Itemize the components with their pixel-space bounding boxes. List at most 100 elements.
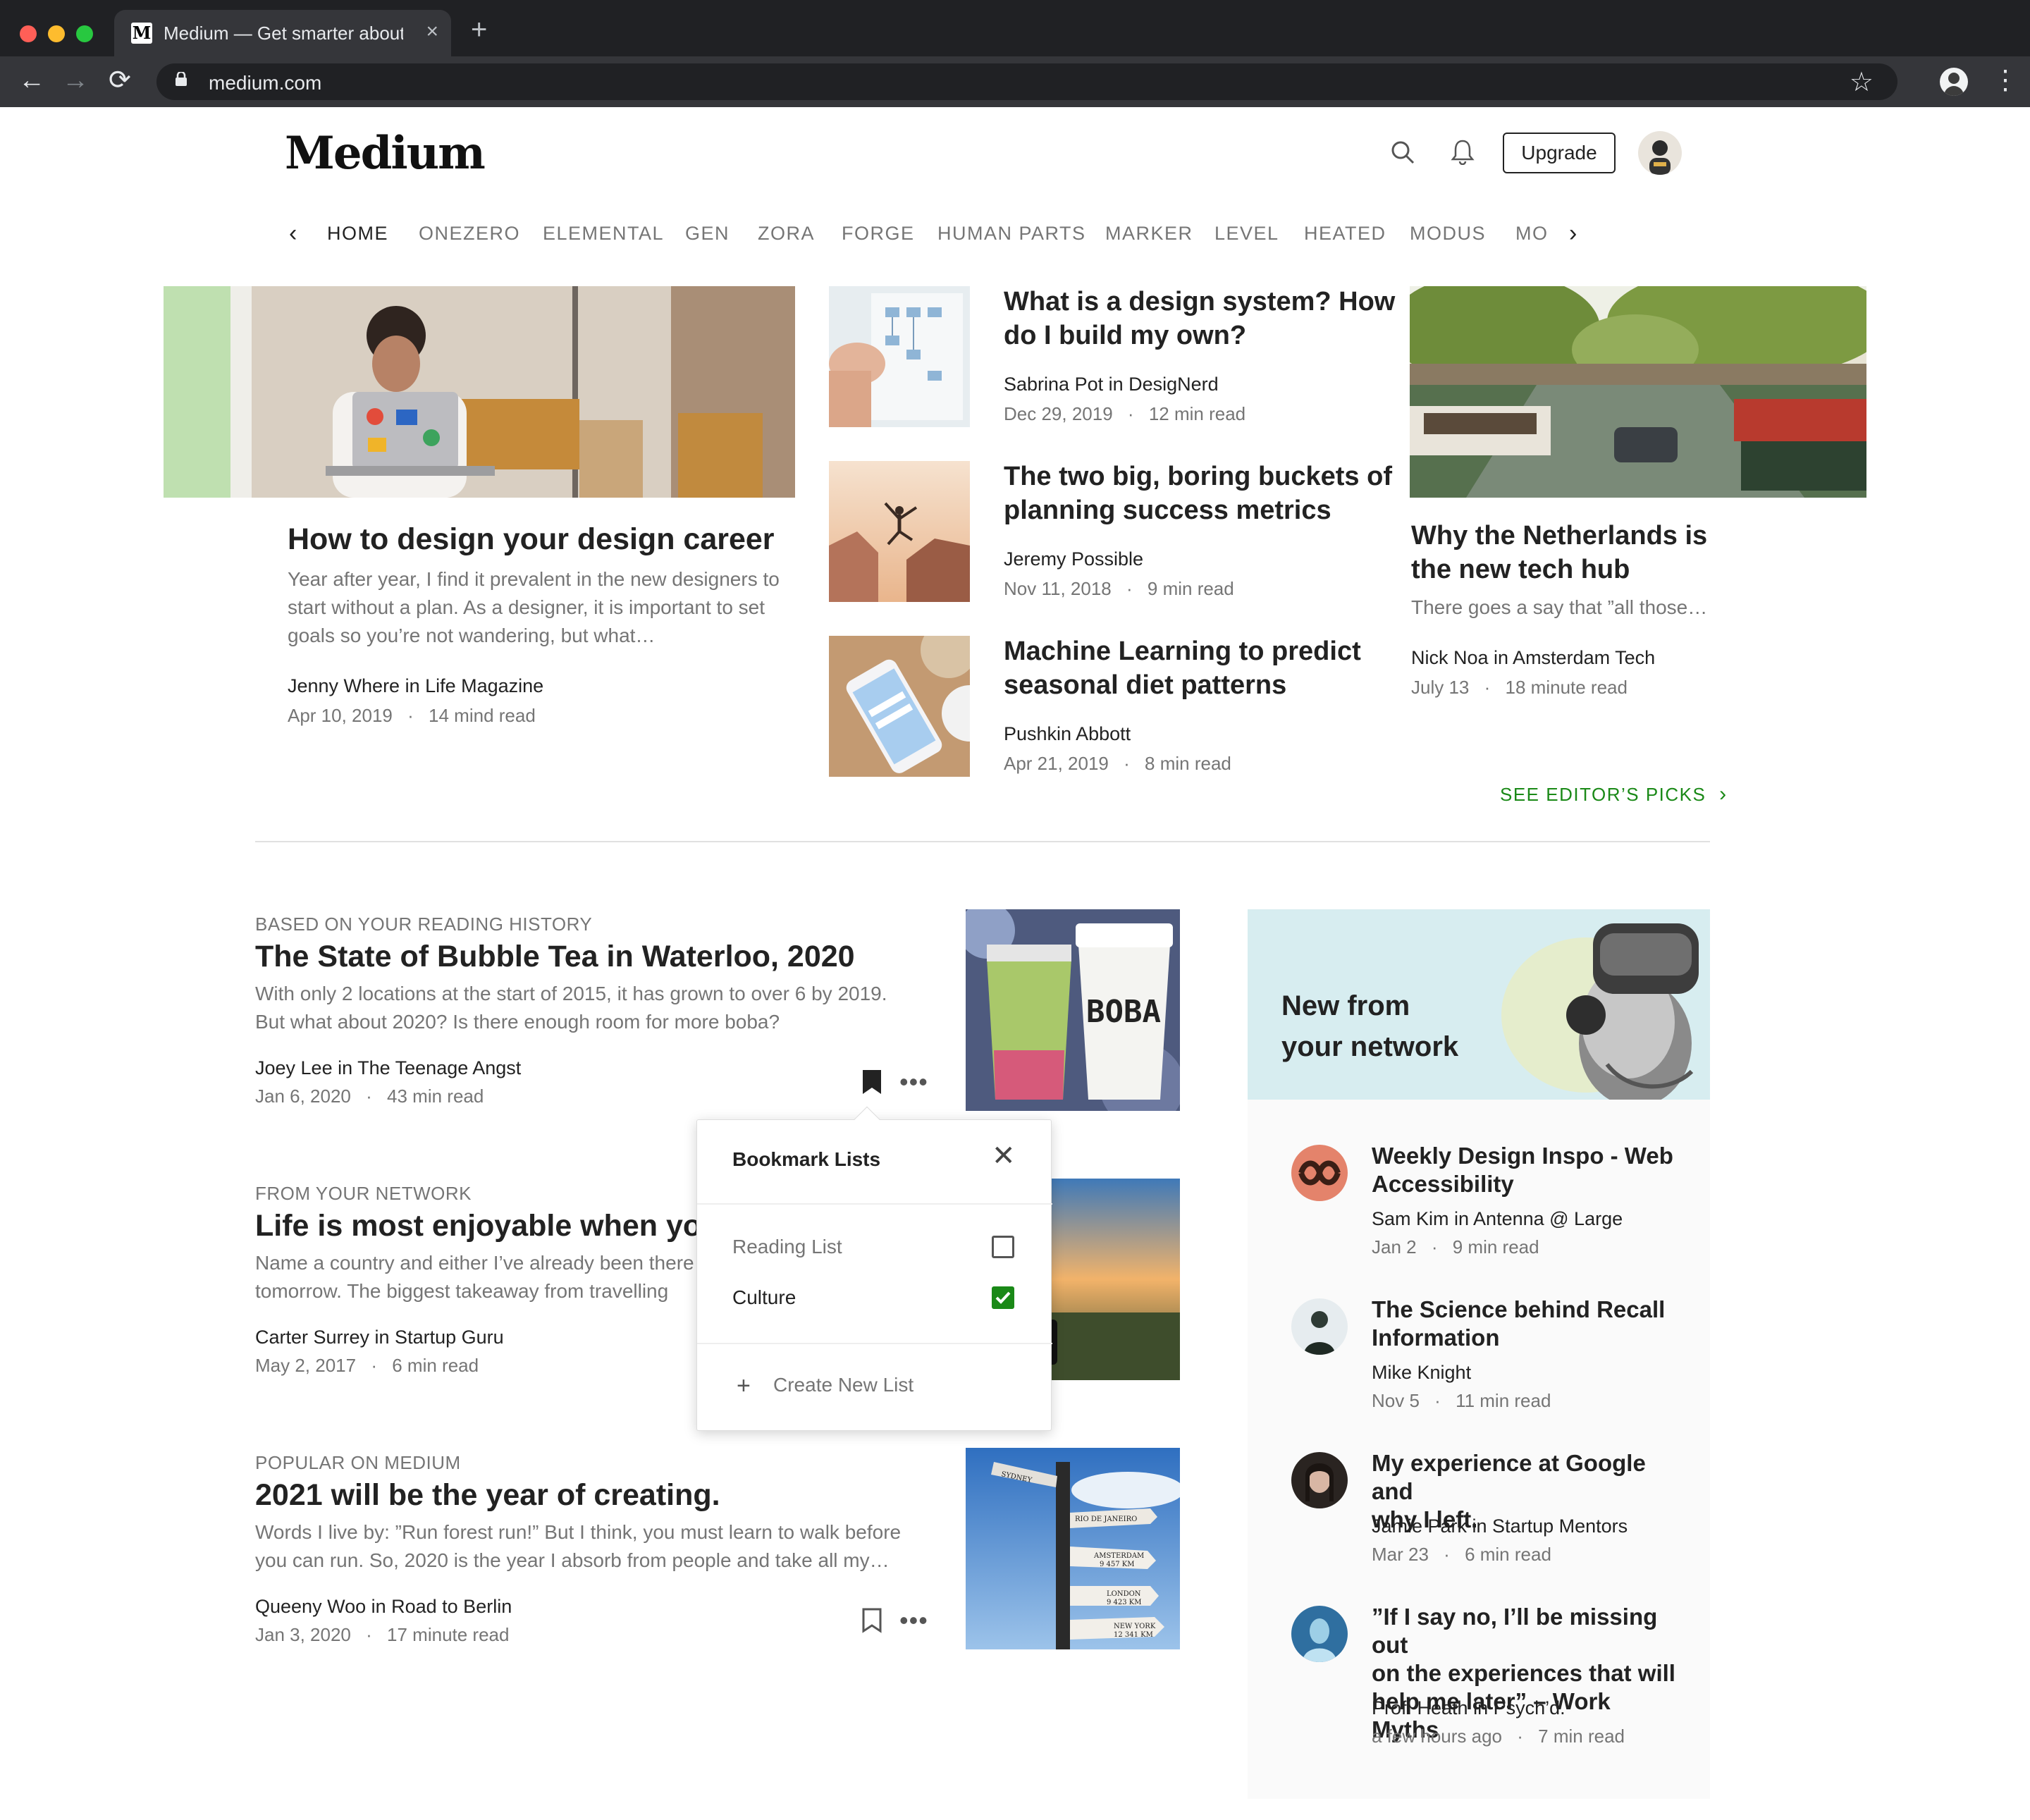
right-featured-read-time: 18 minute read [1505, 677, 1628, 698]
feed-3-excerpt-line-2: you can run. So, 2020 is the year I abso… [255, 1549, 890, 1571]
browser-menu-icon[interactable]: ⋮ [1992, 66, 2019, 94]
sidebar-item-4-author[interactable]: Prof. Heath in Psych’d. [1372, 1697, 1565, 1719]
topic-modus[interactable]: MODUS [1410, 223, 1486, 245]
person-portrait-icon [1305, 1463, 1334, 1501]
popup-close-icon[interactable]: ✕ [992, 1140, 1016, 1172]
medium-favicon-icon: M [131, 23, 152, 44]
topic-zora[interactable]: ZORA [758, 223, 815, 245]
user-avatar[interactable] [1638, 131, 1682, 175]
feed-1-date: Jan 6, 2020 [255, 1086, 351, 1107]
sidebar-item-1-read-time: 9 min read [1452, 1236, 1539, 1258]
more-options-icon[interactable]: ••• [899, 1067, 928, 1097]
main-featured-date: Apr 10, 2019 [288, 705, 393, 726]
topic-forge[interactable]: FORGE [842, 223, 915, 245]
middle-article-1-title[interactable]: What is a design system? How do I build … [1004, 285, 1398, 352]
topic-heated[interactable]: HEATED [1304, 223, 1386, 245]
sidebar-item-3-avatar[interactable] [1291, 1452, 1348, 1508]
upgrade-button[interactable]: Upgrade [1503, 133, 1616, 173]
middle-article-3-author[interactable]: Pushkin Abbott [1004, 723, 1131, 745]
tab-close-icon[interactable]: × [426, 20, 438, 44]
list-culture[interactable]: Culture [732, 1286, 796, 1309]
right-featured-title[interactable]: Why the Netherlands is the new tech hub [1411, 519, 1728, 586]
feed-2-author[interactable]: Carter Surrey in Startup Guru [255, 1327, 504, 1348]
sidebar-item-3-meta: Mar 23 · 6 min read [1372, 1544, 1551, 1566]
see-editors-picks-link[interactable]: SEE EDITOR’S PICKS › [1500, 782, 1728, 806]
search-icon[interactable] [1390, 140, 1415, 165]
sidebar-item-1-meta: Jan 2 · 9 min read [1372, 1236, 1539, 1258]
reload-icon[interactable]: ⟳ [109, 66, 131, 94]
middle-article-3-title[interactable]: Machine Learning to predict seasonal die… [1004, 634, 1398, 702]
medium-logo[interactable]: Medium [285, 127, 486, 180]
sidebar-item-3-author[interactable]: Jamie Park in Startup Mentors [1372, 1515, 1628, 1537]
topics-next-icon[interactable]: › [1569, 220, 1577, 247]
right-featured-image[interactable] [1410, 286, 1866, 498]
sidebar-item-2-author[interactable]: Mike Knight [1372, 1362, 1471, 1384]
right-featured-author[interactable]: Nick Noa in Amsterdam Tech [1411, 647, 1655, 669]
meta-dot: · [371, 1355, 377, 1376]
new-tab-button[interactable]: + [471, 16, 487, 44]
reading-list-checkbox[interactable] [992, 1236, 1014, 1258]
sidebar-item-1-title-line-1: Weekly Design Inspo - Web [1372, 1143, 1673, 1169]
middle-article-2-image[interactable] [829, 461, 970, 602]
topic-gen[interactable]: GEN [685, 223, 730, 245]
topics-prev-icon[interactable]: ‹ [289, 220, 297, 247]
sidebar-item-1-title[interactable]: Weekly Design Inspo - Web Accessibility [1372, 1142, 1682, 1198]
bell-icon[interactable] [1451, 138, 1475, 165]
sidebar-item-2-avatar[interactable] [1291, 1298, 1348, 1355]
middle-article-2-title[interactable]: The two big, boring buckets of planning … [1004, 460, 1398, 527]
main-featured-title[interactable]: How to design your design career [288, 522, 781, 557]
profile-avatar[interactable] [1940, 68, 1968, 96]
sidebar-item-2-read-time: 11 min read [1456, 1390, 1551, 1411]
middle-article-1-image[interactable] [829, 286, 970, 427]
topic-home[interactable]: HOME [327, 223, 388, 245]
feed-1-title[interactable]: The State of Bubble Tea in Waterloo, 202… [255, 939, 855, 974]
middle-article-3-image[interactable] [829, 636, 970, 777]
lock-icon [176, 72, 187, 86]
middle-article-2-author[interactable]: Jeremy Possible [1004, 548, 1143, 570]
sidebar-item-4-title-line-1: ”If I say no, I’ll be missing out [1372, 1604, 1658, 1658]
feed-2-excerpt-line-1: Name a country and either I’ve already b… [255, 1252, 694, 1274]
middle-article-3-date: Apr 21, 2019 [1004, 753, 1109, 774]
topic-level[interactable]: LEVEL [1214, 223, 1279, 245]
sidebar-item-4-avatar[interactable] [1291, 1606, 1348, 1662]
meta-dot: · [407, 705, 414, 726]
list-reading-list[interactable]: Reading List [732, 1236, 842, 1258]
feed-3-image[interactable]: SYDNEY RIO DE JANEIRO AMSTERDAM 9 457 KM… [966, 1448, 1180, 1649]
sidebar-item-1-author[interactable]: Sam Kim in Antenna @ Large [1372, 1208, 1623, 1230]
sign-london-distance: 9 423 KM [1107, 1599, 1142, 1606]
feed-3-title[interactable]: 2021 will be the year of creating. [255, 1477, 720, 1513]
sidebar-item-2-date: Nov 5 [1372, 1390, 1420, 1411]
plus-icon[interactable]: + [737, 1374, 751, 1398]
feed-1-author[interactable]: Joey Lee in The Teenage Angst [255, 1057, 521, 1079]
bookmark-outline-icon[interactable] [861, 1607, 882, 1634]
feed-1-image[interactable]: BOBA [966, 909, 1180, 1111]
address-bar[interactable]: medium.com ☆ [156, 63, 1897, 100]
topic-onezero[interactable]: ONEZERO [419, 223, 520, 245]
minimize-window-button[interactable] [48, 25, 65, 42]
feed-3-author[interactable]: Queeny Woo in Road to Berlin [255, 1596, 512, 1618]
topic-elemental[interactable]: ELEMENTAL [543, 223, 664, 245]
main-featured-image[interactable] [164, 286, 795, 498]
topic-human-parts[interactable]: HUMAN PARTS [937, 223, 1086, 245]
create-new-list-button[interactable]: Create New List [773, 1374, 914, 1396]
back-icon[interactable]: ← [18, 66, 45, 94]
sidebar-item-2-title-line-1: The Science behind Recall [1372, 1296, 1666, 1322]
more-options-icon[interactable]: ••• [899, 1606, 928, 1635]
close-window-button[interactable] [20, 25, 37, 42]
culture-checkbox[interactable] [992, 1286, 1014, 1309]
feed-2-title[interactable]: Life is most enjoyable when you’re [255, 1208, 757, 1243]
browser-tab[interactable]: M Medium — Get smarter about w × [114, 10, 451, 56]
bookmark-filled-icon[interactable] [861, 1069, 882, 1095]
bookmark-star-icon[interactable]: ☆ [1850, 66, 1874, 98]
maximize-window-button[interactable] [76, 25, 93, 42]
forward-icon[interactable]: → [62, 66, 89, 94]
main-featured-author[interactable]: Jenny Where in Life Magazine [288, 675, 543, 697]
middle-article-1-read-time: 12 min read [1148, 403, 1246, 424]
sidebar-item-1-avatar[interactable] [1291, 1145, 1348, 1201]
topic-mo[interactable]: MO [1515, 223, 1549, 245]
sidebar-item-4-title[interactable]: ”If I say no, I’ll be missing out on the… [1372, 1603, 1682, 1744]
feed-2-meta: May 2, 2017 · 6 min read [255, 1355, 479, 1377]
middle-article-1-author[interactable]: Sabrina Pot in DesigNerd [1004, 374, 1219, 395]
topic-marker[interactable]: MARKER [1105, 223, 1193, 245]
sidebar-item-2-title[interactable]: The Science behind Recall Information [1372, 1296, 1682, 1352]
